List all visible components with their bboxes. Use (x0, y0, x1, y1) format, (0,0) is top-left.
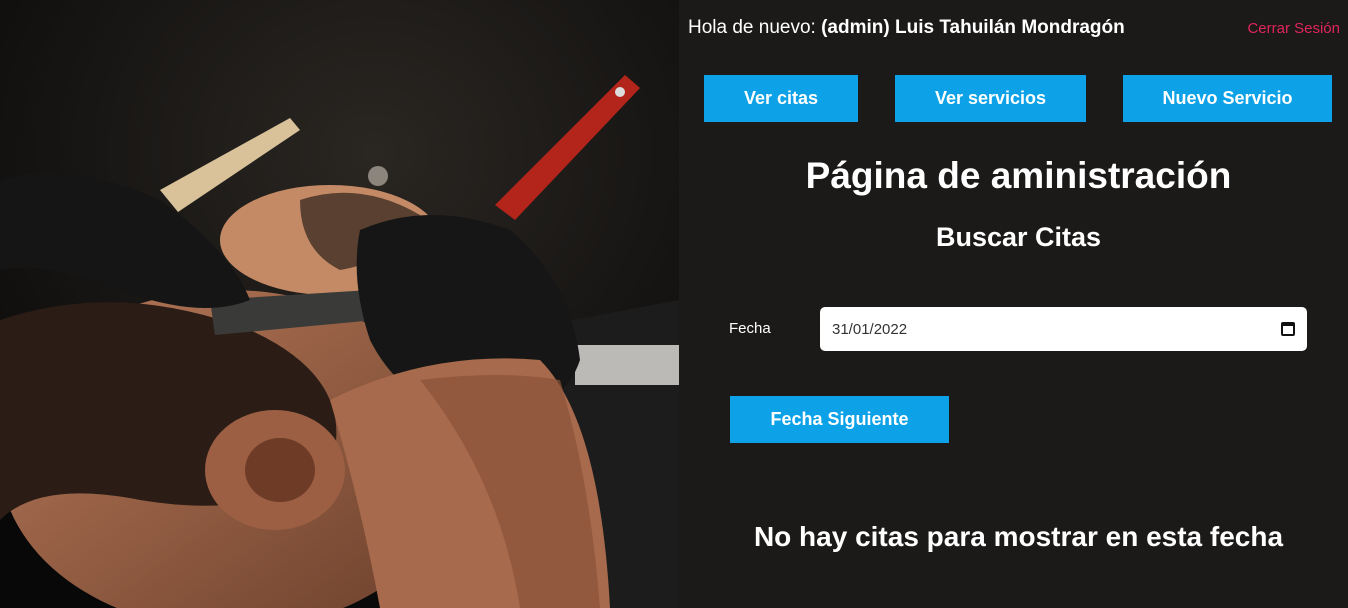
page-title: Página de aministración (805, 155, 1232, 196)
greeting-prefix: Hola de nuevo: (688, 17, 816, 38)
user-name: (admin) Luis Tahuilán Mondragón (821, 17, 1125, 38)
barber-photo (0, 0, 679, 608)
next-date-button[interactable]: Fecha Siguiente (730, 396, 949, 443)
date-value: 31/01/2022 (832, 320, 908, 338)
date-input[interactable]: 31/01/2022 (820, 307, 1307, 351)
calendar-icon[interactable] (1281, 322, 1295, 336)
empty-message: No hay citas para mostrar en esta fecha (753, 521, 1284, 552)
page: Hola de nuevo: (admin) Luis Tahuilán Mon… (0, 0, 1348, 608)
greeting: Hola de nuevo: (admin) Luis Tahuilán Mon… (688, 17, 1125, 39)
admin-panel: Hola de nuevo: (admin) Luis Tahuilán Mon… (679, 0, 1348, 608)
section-subtitle: Buscar Citas (935, 222, 1102, 252)
date-label: Fecha (729, 320, 771, 337)
ver-servicios-button[interactable]: Ver servicios (895, 75, 1086, 122)
nuevo-servicio-button[interactable]: Nuevo Servicio (1123, 75, 1332, 122)
logout-link[interactable]: Cerrar Sesión (1247, 20, 1340, 37)
ver-citas-button[interactable]: Ver citas (704, 75, 858, 122)
